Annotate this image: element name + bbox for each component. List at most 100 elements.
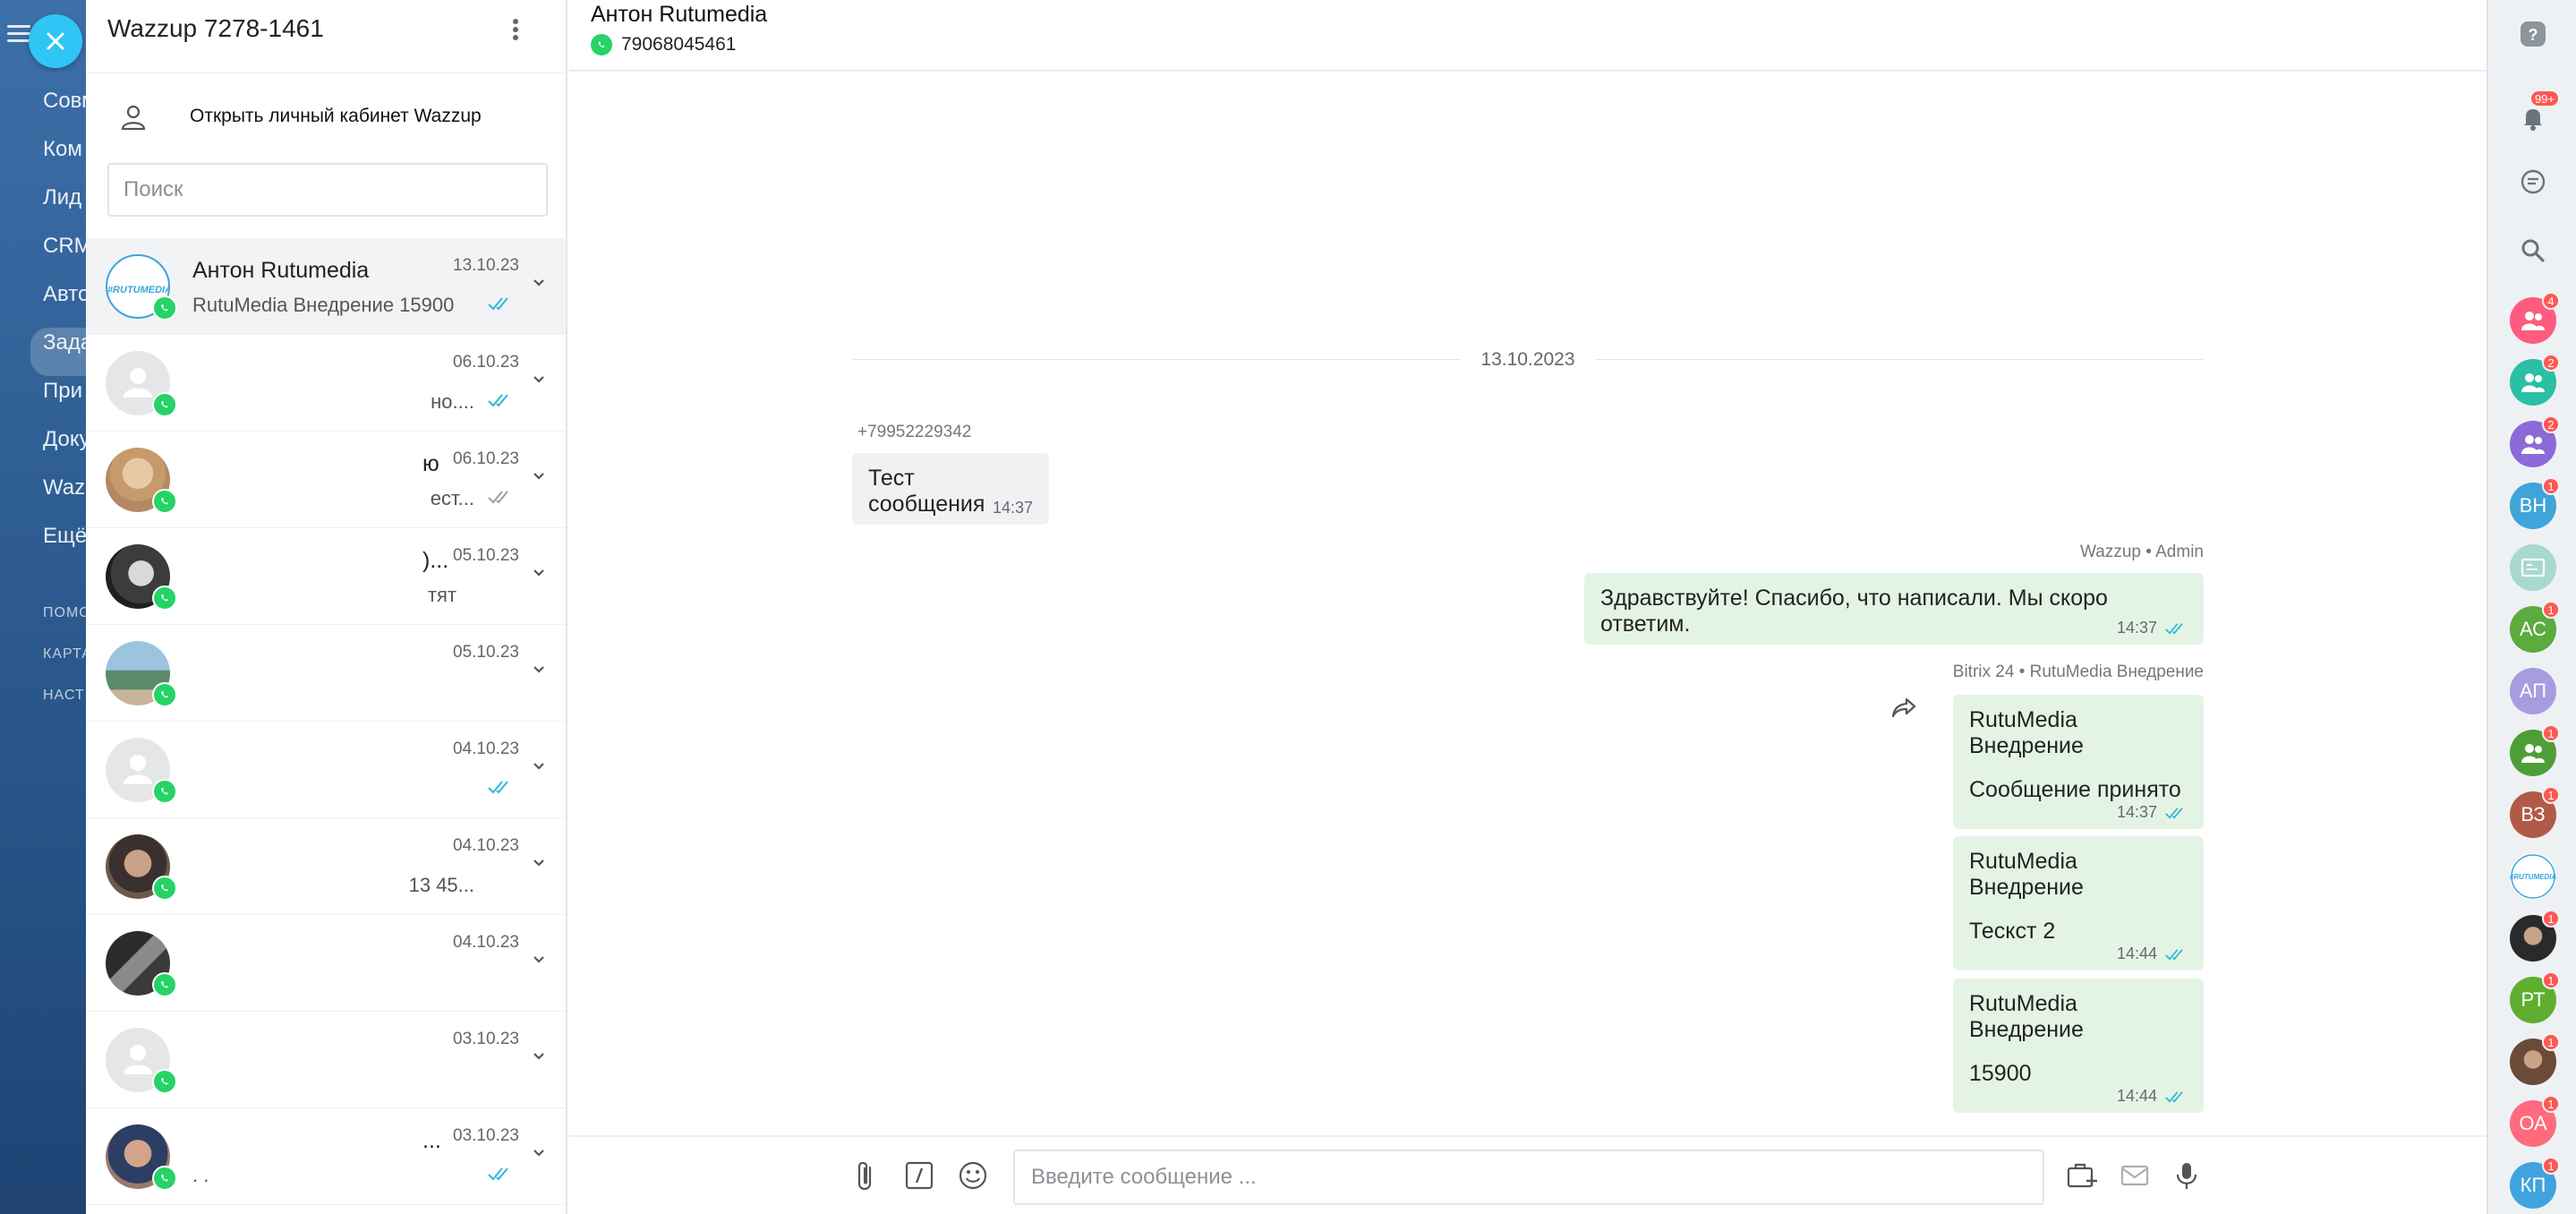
double-check-read-icon bbox=[2165, 622, 2183, 634]
message-bubble-outgoing[interactable]: RutuMedia Внедрение Тескст 2 14:44 bbox=[1953, 836, 2204, 970]
recent-chat-avatar[interactable]: ВЗ 1 bbox=[2510, 786, 2560, 838]
recent-chat-avatar[interactable]: 1 bbox=[2510, 910, 2560, 962]
bitrix-nav-item[interactable]: CRM bbox=[43, 231, 90, 279]
whatsapp-icon bbox=[152, 972, 177, 997]
whatsapp-icon bbox=[152, 295, 177, 321]
chat-preview: ест... bbox=[430, 487, 474, 509]
open-cabinet-link[interactable]: Открыть личный кабинет Wazzup bbox=[86, 73, 566, 163]
recent-chat-avatar[interactable]: 1 bbox=[2510, 1033, 2560, 1085]
recent-chat-avatar[interactable]: 4 bbox=[2510, 292, 2560, 344]
message-bubble-outgoing[interactable]: RutuMedia Внедрение Сообщение принято 14… bbox=[1953, 695, 2204, 829]
recent-chat-avatar[interactable]: ВН 1 bbox=[2510, 477, 2560, 529]
chevron-down-icon[interactable] bbox=[532, 664, 546, 675]
message-bubble-outgoing[interactable]: Здравствуйте! Спасибо, что написали. Мы … bbox=[1584, 573, 2204, 645]
bitrix-nav-item[interactable]: Лид bbox=[43, 183, 90, 231]
whatsapp-icon bbox=[152, 586, 177, 611]
search-icon bbox=[2521, 239, 2545, 262]
chevron-down-icon[interactable] bbox=[532, 374, 546, 385]
chat-date: 03.10.23 bbox=[453, 1030, 519, 1048]
chevron-down-icon[interactable] bbox=[532, 568, 546, 578]
forward-icon[interactable] bbox=[1890, 697, 1917, 720]
recent-chat-avatar[interactable]: РТ 1 bbox=[2510, 971, 2560, 1023]
whatsapp-icon bbox=[152, 489, 177, 514]
message-bubble-outgoing[interactable]: RutuMedia Внедрение 15900 14:44 bbox=[1953, 979, 2204, 1113]
bitrix-nav-small-item[interactable]: НАСТ bbox=[43, 688, 90, 729]
chat-list-item[interactable]: 13 45... 04.10.23 bbox=[86, 818, 566, 915]
bitrix-nav-item[interactable]: Ком bbox=[43, 134, 90, 183]
bitrix-nav-item[interactable]: Waz bbox=[43, 473, 90, 521]
unread-badge: 2 bbox=[2542, 415, 2560, 433]
bitrix-nav-item-active[interactable]: Зада bbox=[30, 328, 90, 376]
recent-chat-avatar[interactable]: 2 bbox=[2510, 354, 2560, 406]
search-button[interactable] bbox=[2510, 227, 2556, 274]
more-options-icon[interactable] bbox=[505, 16, 526, 43]
contact-phone: 79068045461 bbox=[621, 34, 737, 55]
chat-list-item[interactable]: но.... 06.10.23 bbox=[86, 335, 566, 432]
double-check-read-icon bbox=[2165, 1090, 2183, 1102]
menu-burger-icon[interactable] bbox=[7, 25, 30, 43]
bitrix-nav-item[interactable]: Ещё bbox=[43, 521, 90, 569]
chat-list-item[interactable]: 04.10.23 bbox=[86, 915, 566, 1012]
recent-chat-avatar[interactable] bbox=[2510, 544, 2556, 591]
chat-name: )... bbox=[422, 548, 449, 573]
message-sender: Bitrix 24 • RutuMedia Внедрение bbox=[1952, 663, 2204, 681]
help-button[interactable]: ? bbox=[2510, 11, 2556, 57]
chat-list-item[interactable]: )... тят 05.10.23 bbox=[86, 528, 566, 625]
account-title: Wazzup 7278-1461 bbox=[107, 14, 324, 42]
chat-button[interactable] bbox=[2510, 159, 2556, 206]
chat-list-item[interactable]: ю ест... 06.10.23 bbox=[86, 432, 566, 528]
chevron-down-icon[interactable] bbox=[532, 1051, 546, 1062]
double-check-read-icon bbox=[488, 1167, 508, 1181]
avatar-initials: КП bbox=[2520, 1174, 2546, 1196]
date-divider: 13.10.2023 bbox=[852, 349, 2204, 370]
bitrix-nav-small-item[interactable]: ПОМО bbox=[43, 605, 90, 646]
double-check-read-icon bbox=[2165, 948, 2183, 960]
recent-chat-avatar[interactable]: КП 1 bbox=[2510, 1157, 2560, 1209]
chat-list-item[interactable]: ... . . 03.10.23 bbox=[86, 1108, 566, 1205]
bitrix-nav-item[interactable]: Доку bbox=[43, 424, 90, 473]
search-input[interactable] bbox=[107, 163, 548, 217]
recent-chat-avatar[interactable]: АС 1 bbox=[2510, 601, 2560, 653]
send-email-icon[interactable] bbox=[2120, 1160, 2152, 1191]
chevron-down-icon[interactable] bbox=[532, 761, 546, 772]
chat-name: ... bbox=[422, 1128, 441, 1153]
chevron-down-icon[interactable] bbox=[532, 1148, 546, 1158]
recent-chat-avatar[interactable]: ОА 1 bbox=[2510, 1095, 2560, 1147]
bitrix-nav-items: Совм Ком Лид CRM Авто Зада При Доку Waz … bbox=[30, 86, 90, 569]
message-time: 14:44 bbox=[2116, 1087, 2157, 1105]
chevron-down-icon[interactable] bbox=[532, 278, 546, 288]
attach-icon[interactable] bbox=[854, 1160, 877, 1193]
recent-chat-avatar[interactable]: #RUTUMEDIA bbox=[2510, 853, 2556, 900]
recent-chat-avatar[interactable]: 1 bbox=[2510, 724, 2560, 776]
message-time: 14:37 bbox=[992, 499, 1033, 517]
emoji-icon[interactable] bbox=[958, 1160, 988, 1191]
message-input[interactable] bbox=[1013, 1150, 2044, 1205]
add-to-crm-icon[interactable] bbox=[2066, 1160, 2098, 1191]
message-composer bbox=[569, 1135, 2486, 1214]
chat-list-item[interactable]: 05.10.23 bbox=[86, 625, 566, 722]
chevron-down-icon[interactable] bbox=[532, 858, 546, 868]
notifications-button[interactable]: 99+ bbox=[2510, 90, 2560, 141]
templates-icon[interactable] bbox=[904, 1160, 934, 1191]
contact-name[interactable]: Антон Rutumedia bbox=[591, 2, 767, 28]
double-check-read-icon bbox=[2165, 807, 2183, 818]
unread-badge: 1 bbox=[2542, 786, 2560, 804]
chat-list-item[interactable]: 04.10.23 bbox=[86, 722, 566, 818]
chat-name: ю bbox=[422, 451, 439, 476]
chevron-down-icon[interactable] bbox=[532, 471, 546, 482]
chevron-down-icon[interactable] bbox=[532, 954, 546, 965]
bitrix-nav-small-item[interactable]: КАРТА bbox=[43, 646, 90, 688]
message-bubble-incoming[interactable]: Тест сообщения 14:37 bbox=[852, 453, 1049, 525]
bitrix-nav-item[interactable]: Совм bbox=[43, 86, 90, 134]
recent-chat-avatar[interactable]: АП bbox=[2510, 668, 2556, 714]
date-divider-label: 13.10.2023 bbox=[1480, 349, 1575, 370]
recent-chat-avatar[interactable]: 2 bbox=[2510, 415, 2560, 467]
whatsapp-icon bbox=[152, 876, 177, 901]
chat-list-item[interactable]: #RUTUMEDIA Антон Rutumedia RutuMedia Вне… bbox=[86, 238, 566, 335]
close-slider-button[interactable] bbox=[29, 14, 82, 68]
close-icon bbox=[47, 32, 64, 50]
microphone-icon[interactable] bbox=[2175, 1160, 2198, 1191]
bitrix-nav-item[interactable]: Авто bbox=[43, 279, 90, 328]
bitrix-nav-item[interactable]: При bbox=[43, 376, 90, 424]
chat-list-item[interactable]: 03.10.23 bbox=[86, 1012, 566, 1108]
